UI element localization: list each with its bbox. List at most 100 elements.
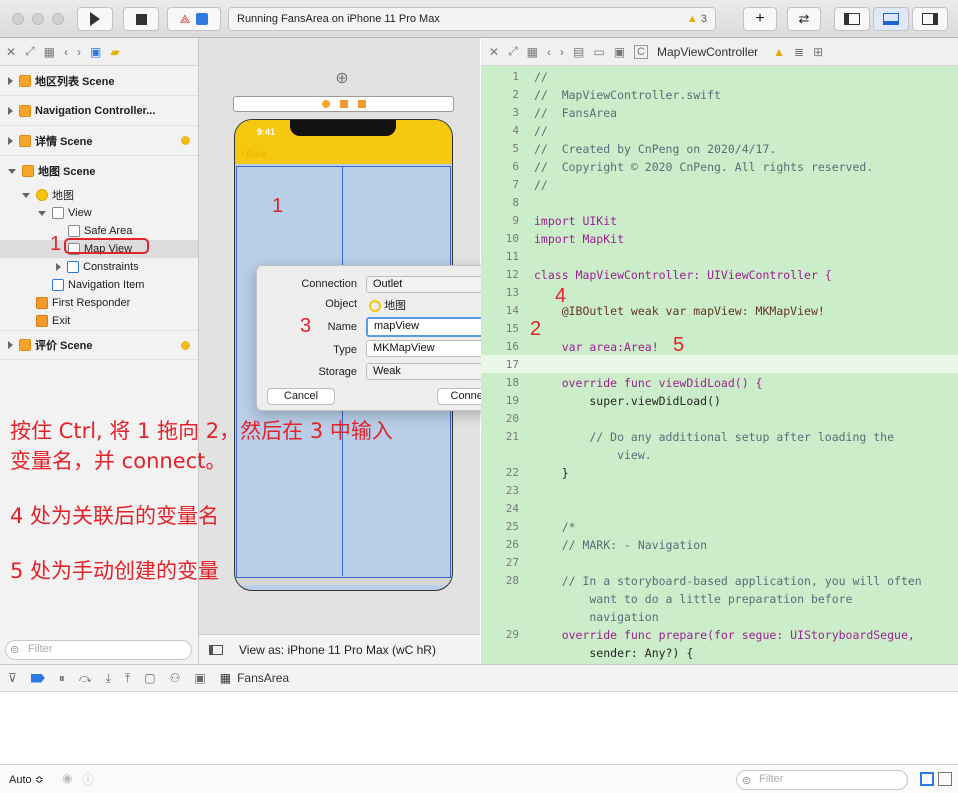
- disclosure-icon[interactable]: [8, 106, 13, 115]
- memory-graph-icon[interactable]: ⚇: [170, 671, 181, 685]
- toggle-navigator-button[interactable]: [834, 7, 870, 31]
- toggle-debug-button[interactable]: [873, 7, 909, 31]
- highlight-box: [64, 238, 149, 254]
- disclosure-open-icon[interactable]: [22, 192, 30, 198]
- view-as-label[interactable]: View as: iPhone 11 Pro Max (wC hR): [239, 643, 436, 657]
- outline-filter-field[interactable]: Filter: [5, 640, 192, 660]
- line-number: 14: [505, 304, 519, 317]
- code-line[interactable]: want to do a little preparation before: [534, 590, 852, 608]
- swift-file-icon[interactable]: ▣: [614, 45, 625, 59]
- forward-icon[interactable]: ›: [77, 45, 81, 59]
- instruction-line-1: 按住 Ctrl, 将 1 拖向 2，然后在 3 中输入: [10, 419, 393, 443]
- scene-dock[interactable]: [233, 96, 454, 112]
- cancel-button[interactable]: Cancel: [267, 388, 335, 405]
- grid-icon[interactable]: ▦: [527, 45, 538, 59]
- code-line[interactable]: navigation: [534, 608, 658, 626]
- forward-icon[interactable]: ›: [560, 45, 564, 59]
- code-line[interactable]: override func prepare(for segue: UIStory…: [534, 626, 915, 644]
- disclosure-icon[interactable]: [8, 341, 13, 349]
- step-over-icon[interactable]: ⤼: [79, 671, 92, 686]
- info-icon[interactable]: ⓘ: [82, 771, 94, 788]
- expand-icon[interactable]: ⤢: [508, 44, 518, 59]
- file-icon[interactable]: ▤: [573, 45, 584, 59]
- close-icon[interactable]: ✕: [489, 45, 499, 59]
- close-icon[interactable]: ✕: [6, 45, 16, 59]
- code-line[interactable]: // Do any additional setup after loading…: [534, 428, 894, 446]
- eye-icon[interactable]: ◉: [62, 771, 72, 785]
- disclosure-icon[interactable]: [8, 136, 13, 145]
- warning-icon[interactable]: ▲: [773, 45, 785, 59]
- environment-icon[interactable]: ▣: [194, 671, 205, 685]
- folder-icon[interactable]: ▭: [593, 45, 604, 59]
- code-line[interactable]: //: [534, 122, 548, 140]
- scene-row-detail[interactable]: 详情 Scene: [0, 126, 198, 156]
- add-editor-icon[interactable]: ⊞: [813, 45, 823, 59]
- disclosure-icon[interactable]: [8, 76, 13, 85]
- variables-pane-icon[interactable]: [920, 772, 934, 786]
- close-window-button[interactable]: [12, 13, 24, 25]
- code-line[interactable]: view.: [534, 446, 652, 464]
- code-line[interactable]: var area:Area!: [534, 338, 659, 356]
- scene-row-review[interactable]: 评价 Scene: [0, 330, 198, 360]
- minimap-icon[interactable]: ≣: [794, 45, 804, 59]
- instruction-line-3: 4 处为关联后的变量名: [10, 504, 220, 528]
- location-icon[interactable]: ▦ FansArea: [220, 671, 289, 685]
- scene-row-nav-controller[interactable]: Navigation Controller...: [0, 96, 198, 126]
- scene-row-list[interactable]: 地区列表 Scene: [0, 66, 198, 96]
- tree-item-first-responder[interactable]: First Responder: [0, 294, 198, 312]
- step-into-icon[interactable]: ⤓: [106, 671, 111, 686]
- code-line[interactable]: import UIKit: [534, 212, 617, 230]
- auto-variables-select[interactable]: Auto ≎: [9, 773, 44, 786]
- step-out-icon[interactable]: ⤒: [125, 671, 130, 686]
- code-line[interactable]: class MapViewController: UIViewControlle…: [534, 266, 832, 284]
- stop-button[interactable]: [123, 7, 159, 31]
- code-line[interactable]: // In a storyboard-based application, yo…: [534, 572, 922, 590]
- view-debug-icon[interactable]: ▢: [144, 671, 155, 685]
- code-line[interactable]: import MapKit: [534, 230, 624, 248]
- toggle-inspector-button[interactable]: [912, 7, 948, 31]
- back-icon[interactable]: ‹: [64, 45, 68, 59]
- grid-icon[interactable]: ▦: [44, 45, 55, 59]
- tree-item-view[interactable]: View: [0, 204, 198, 222]
- hide-debug-icon[interactable]: ⊽: [8, 671, 17, 685]
- pause-icon[interactable]: ⏸: [59, 671, 65, 686]
- disclosure-icon[interactable]: [56, 263, 61, 271]
- back-icon[interactable]: ‹: [547, 45, 551, 59]
- code-line[interactable]: // MARK: - Navigation: [534, 536, 707, 554]
- code-line[interactable]: // MapViewController.swift: [534, 86, 721, 104]
- console-pane-icon[interactable]: [938, 772, 952, 786]
- code-line[interactable]: /*: [534, 518, 576, 536]
- editor-breadcrumb[interactable]: MapViewController: [657, 45, 758, 59]
- tree-item-map-controller[interactable]: 地图: [0, 186, 198, 204]
- scheme-selector[interactable]: ⟁: [167, 7, 221, 31]
- code-line[interactable]: }: [534, 464, 569, 482]
- folder-icon[interactable]: ▰: [110, 45, 119, 59]
- sidebar-toggle-icon[interactable]: [209, 644, 223, 655]
- tree-item-exit[interactable]: Exit: [0, 312, 198, 330]
- disclosure-open-icon[interactable]: [38, 210, 46, 216]
- console-filter-field[interactable]: Filter: [736, 770, 908, 790]
- code-line[interactable]: // FansArea: [534, 104, 617, 122]
- scene-row-map[interactable]: 地图 Scene: [0, 156, 198, 186]
- code-line[interactable]: super.viewDidLoad(): [534, 392, 721, 410]
- warning-count[interactable]: ▲ 3: [687, 13, 707, 25]
- code-line[interactable]: //: [534, 68, 548, 86]
- breakpoint-icon[interactable]: [30, 673, 45, 683]
- tree-item-nav-item[interactable]: Navigation Item: [0, 276, 198, 294]
- code-line[interactable]: sender: Any?) {: [534, 644, 693, 662]
- tree-item-constraints[interactable]: Constraints: [0, 258, 198, 276]
- disclosure-open-icon[interactable]: [8, 168, 16, 174]
- run-button[interactable]: [77, 7, 113, 31]
- code-line[interactable]: @IBOutlet weak var mapView: MKMapView!: [534, 302, 825, 320]
- code-line[interactable]: // Created by CnPeng on 2020/4/17.: [534, 140, 776, 158]
- code-line[interactable]: // Copyright © 2020 CnPeng. All rights r…: [534, 158, 873, 176]
- code-line[interactable]: override func viewDidLoad() {: [534, 374, 763, 392]
- expand-icon[interactable]: ⤢: [25, 44, 35, 59]
- file-icon[interactable]: ▣: [90, 45, 101, 59]
- review-button[interactable]: ⇄: [787, 7, 821, 31]
- minimize-window-button[interactable]: [32, 13, 44, 25]
- zoom-window-button[interactable]: [52, 13, 64, 25]
- back-button[interactable]: ‹ Back: [241, 149, 267, 159]
- library-button[interactable]: +: [743, 7, 777, 31]
- code-line[interactable]: //: [534, 176, 548, 194]
